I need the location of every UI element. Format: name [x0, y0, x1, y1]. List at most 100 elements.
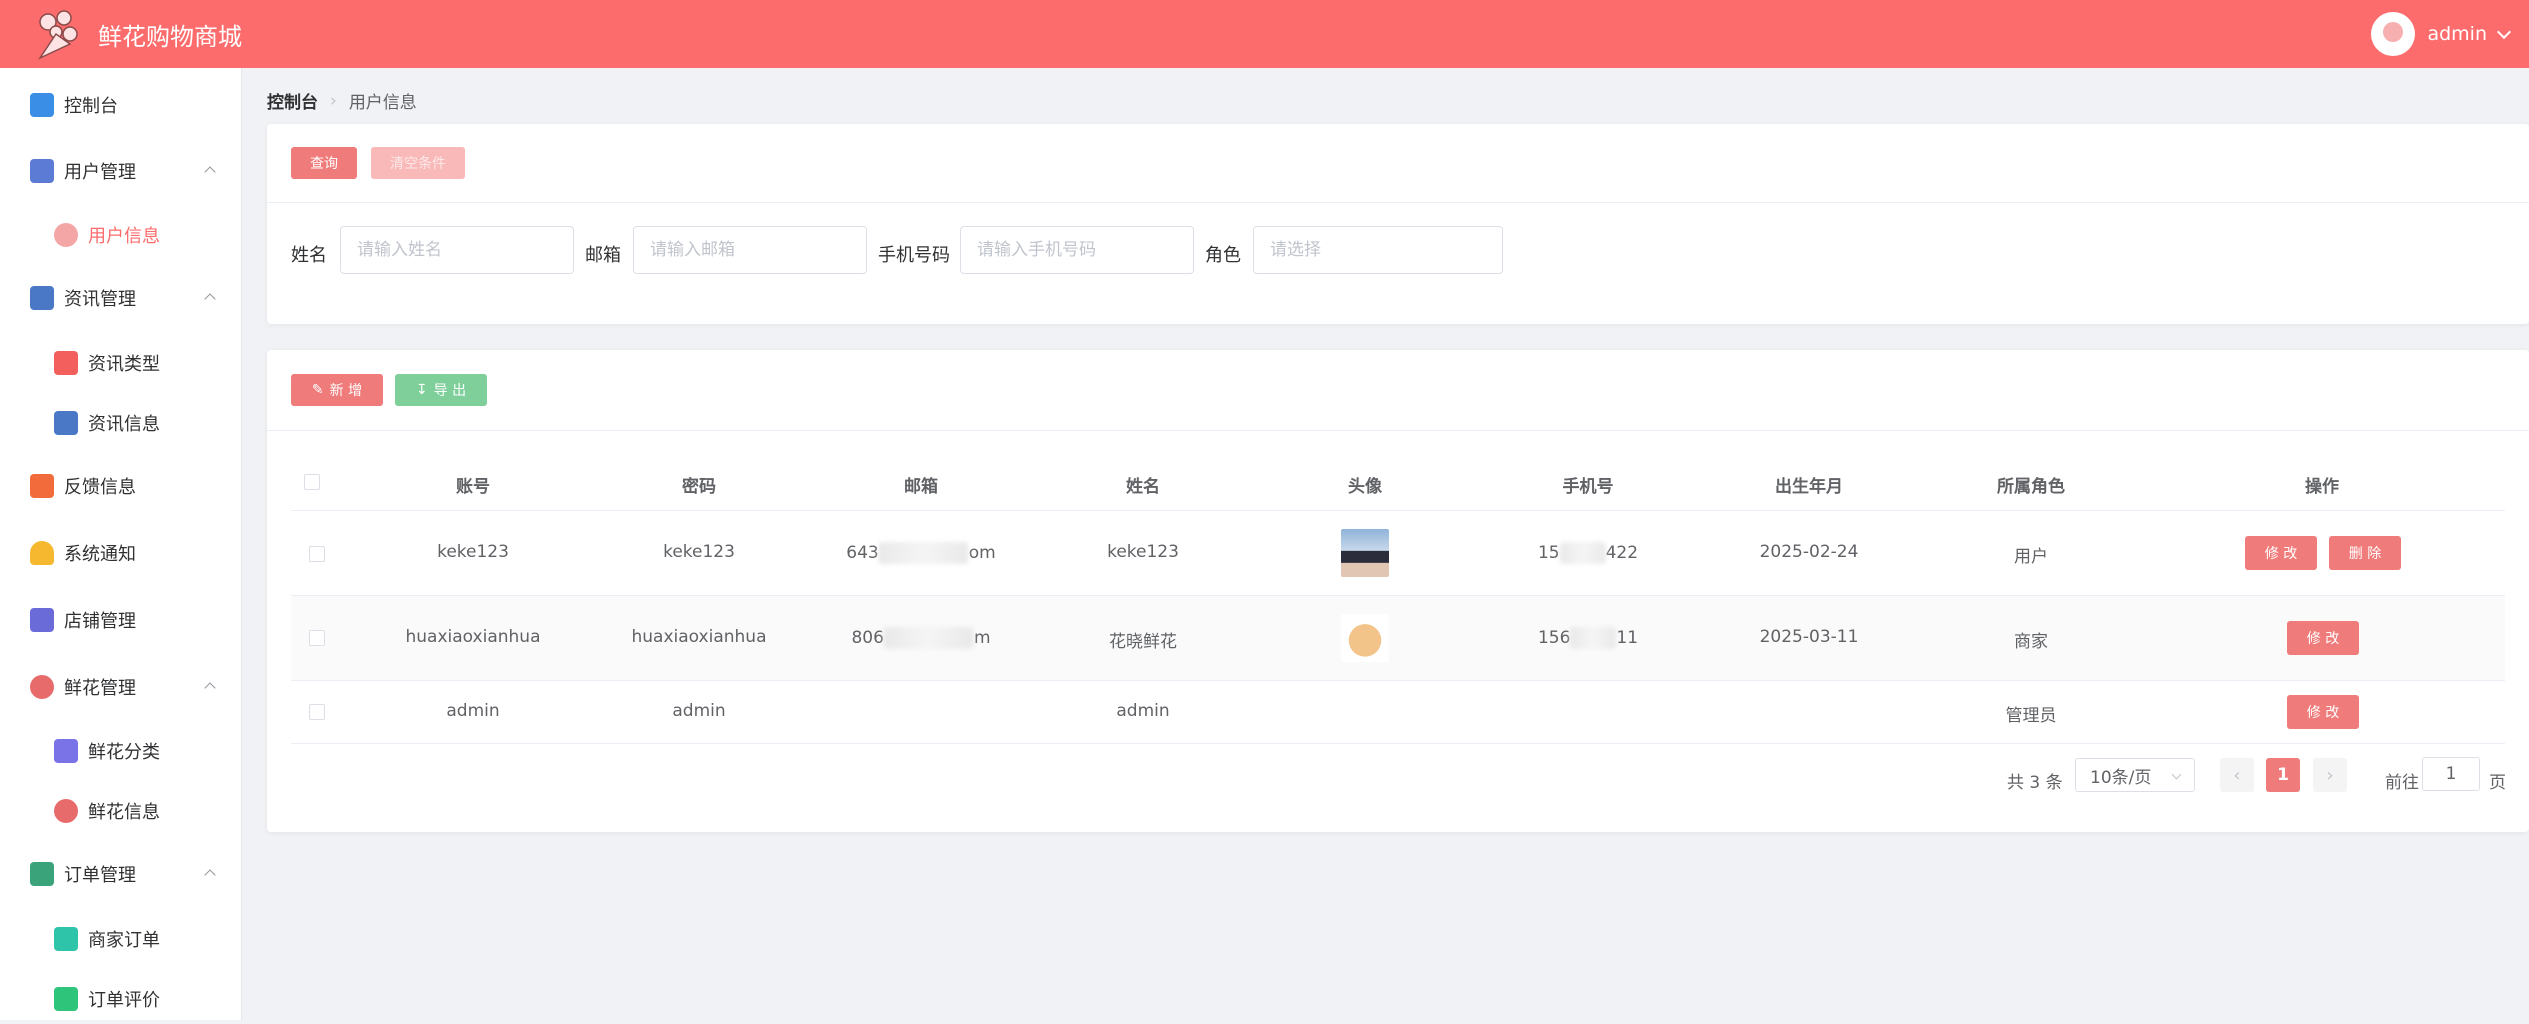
sidebar-item-flower-category[interactable]: 鲜花分类: [0, 726, 242, 776]
top-header: 鲜花购物商城 admin: [0, 0, 2529, 68]
column-header: 出生年月: [1775, 477, 1843, 497]
cell-phone: 15 422: [1537, 542, 1639, 564]
goto-page-input[interactable]: [2422, 757, 2480, 791]
flower-category-icon: [54, 739, 78, 763]
flower-info-icon: [54, 799, 78, 823]
cat-avatar-image: [1341, 614, 1389, 662]
role-label: 角色: [1205, 245, 1241, 266]
cell-account: keke123: [437, 542, 509, 562]
column-header: 头像: [1348, 477, 1382, 497]
edit-button[interactable]: 修 改: [2287, 695, 2359, 729]
cell-account: admin: [446, 701, 500, 721]
chevron-left-icon: ‹: [2233, 764, 2241, 786]
column-header: 账号: [456, 477, 490, 497]
email-input[interactable]: [633, 226, 867, 274]
bell-icon: [30, 541, 54, 565]
chevron-up-icon: [204, 293, 216, 305]
app-title: 鲜花购物商城: [98, 22, 242, 51]
name-input[interactable]: [340, 226, 574, 274]
cell-password: keke123: [663, 542, 735, 562]
chevron-down-icon: [2171, 769, 2182, 780]
cell-role: 管理员: [2005, 706, 2057, 726]
phone-input[interactable]: [960, 226, 1194, 274]
table-row: [291, 511, 2505, 595]
cell-name: 花晓鲜花: [1109, 632, 1177, 652]
divider: [267, 430, 2529, 431]
column-header: 手机号: [1562, 477, 1614, 497]
chevron-right-icon: ›: [2326, 764, 2334, 786]
news-info-icon: [54, 411, 78, 435]
sidebar-item-notice[interactable]: 系统通知: [0, 528, 242, 578]
dashboard-icon: [30, 93, 54, 117]
sidebar-item-user-manage[interactable]: 用户管理: [0, 146, 242, 196]
sidebar-item-merchant-order[interactable]: 商家订单: [0, 914, 242, 964]
download-icon: ↧: [415, 382, 428, 398]
feedback-icon: [30, 474, 54, 498]
chevron-up-icon: [204, 869, 216, 881]
add-button[interactable]: ✎ 新 增: [291, 374, 383, 406]
cell-role: 商家: [2014, 632, 2048, 652]
sidebar-item-feedback[interactable]: 反馈信息: [0, 461, 242, 511]
edit-button[interactable]: 修 改: [2245, 536, 2317, 570]
cell-name: admin: [1116, 701, 1170, 721]
flower-manage-icon: [30, 675, 54, 699]
export-button[interactable]: ↧ 导 出: [395, 374, 487, 406]
sidebar-item-flower-info[interactable]: 鲜花信息: [0, 786, 242, 836]
next-page-button[interactable]: ›: [2313, 758, 2347, 792]
news-manage-icon: [30, 286, 54, 310]
cell-account: huaxiaoxianhua: [405, 627, 541, 647]
row-checkbox[interactable]: [309, 630, 325, 646]
row-checkbox[interactable]: [309, 704, 325, 720]
clear-conditions-button[interactable]: 清空条件: [371, 147, 465, 179]
role-select[interactable]: [1253, 226, 1503, 274]
cell-email: 643 om: [846, 542, 996, 564]
sidebar-item-order-manage[interactable]: 订单管理: [0, 849, 242, 899]
table-row: [291, 681, 2505, 743]
edit-button[interactable]: 修 改: [2287, 621, 2359, 655]
cell-password: admin: [672, 701, 726, 721]
page-size-select[interactable]: 10条/页: [2075, 758, 2195, 792]
search-panel: 查询 清空条件 姓名 邮箱 手机号码 角色: [267, 124, 2529, 324]
query-button[interactable]: 查询: [291, 147, 357, 179]
column-header: 姓名: [1126, 477, 1160, 497]
email-label: 邮箱: [585, 245, 621, 266]
brand: 鲜花购物商城: [26, 4, 242, 64]
user-avatar[interactable]: [2371, 12, 2416, 56]
table-row: [291, 596, 2505, 680]
chevron-down-icon[interactable]: [2496, 24, 2512, 39]
sidebar-item-news-type[interactable]: 资讯类型: [0, 338, 242, 388]
row-checkbox[interactable]: [309, 546, 325, 562]
select-all-checkbox[interactable]: [304, 474, 320, 490]
table-panel: ✎ 新 增 ↧ 导 出 账号 密码 邮箱 姓名 头像 手机号 出生年月 所属角色…: [267, 350, 2529, 832]
cell-phone: 156 11: [1537, 627, 1639, 649]
sidebar-item-order-review[interactable]: 订单评价: [0, 974, 242, 1024]
chevron-up-icon: [204, 166, 216, 178]
sidebar-item-dashboard[interactable]: 控制台: [0, 80, 242, 130]
girl-avatar-image: [1341, 529, 1389, 577]
sidebar-item-flower-manage[interactable]: 鲜花管理: [0, 662, 242, 712]
cell-birth: 2025-02-24: [1759, 542, 1859, 562]
shop-icon: [30, 608, 54, 632]
username[interactable]: admin: [2427, 23, 2487, 45]
user-menu[interactable]: admin: [2371, 12, 2512, 56]
sidebar-item-user-info[interactable]: 用户信息: [0, 210, 242, 260]
order-manage-icon: [30, 862, 54, 886]
cell-email: 806 m: [851, 627, 991, 649]
sidebar-item-news-info[interactable]: 资讯信息: [0, 398, 242, 448]
column-header: 所属角色: [1997, 477, 2065, 497]
cell-role: 用户: [2014, 547, 2048, 567]
breadcrumb-current: 用户信息: [348, 93, 417, 113]
sidebar-item-news-manage[interactable]: 资讯管理: [0, 273, 242, 323]
prev-page-button[interactable]: ‹: [2220, 758, 2254, 792]
sidebar: 控制台 用户管理 用户信息 资讯管理 资讯类型 资讯信息 反馈信息 系统通知 店…: [0, 68, 242, 1020]
sidebar-item-shop[interactable]: 店铺管理: [0, 595, 242, 645]
column-header: 密码: [682, 477, 716, 497]
delete-button[interactable]: 删 除: [2329, 536, 2401, 570]
breadcrumb-root[interactable]: 控制台: [267, 88, 318, 113]
phone-label: 手机号码: [878, 245, 950, 266]
user-info-icon: [54, 223, 78, 247]
goto-label: 前往: [2385, 773, 2419, 793]
cell-birth: 2025-03-11: [1759, 627, 1859, 647]
merchant-order-icon: [54, 927, 78, 951]
page-number-current[interactable]: 1: [2266, 758, 2300, 792]
